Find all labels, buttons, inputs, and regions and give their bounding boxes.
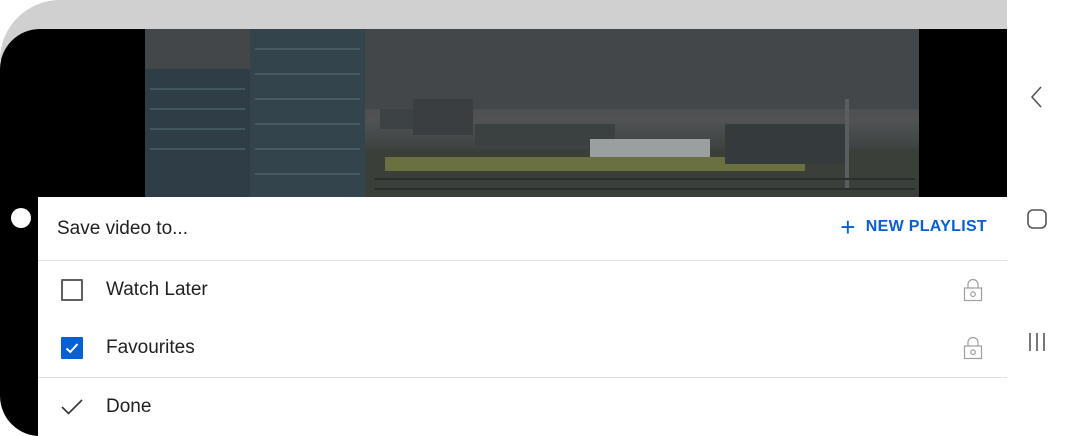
recents-icon[interactable] xyxy=(1026,331,1048,358)
done-button[interactable]: Done xyxy=(38,377,1007,436)
favourites-checkbox[interactable] xyxy=(61,337,83,359)
playlist-item-watch-later[interactable]: Watch Later xyxy=(38,261,1007,319)
lock-icon xyxy=(963,278,983,307)
watch-later-checkbox[interactable] xyxy=(61,279,83,301)
camera-cutout xyxy=(11,208,31,228)
new-playlist-label: NEW PLAYLIST xyxy=(865,218,987,235)
playlist-item-favourites[interactable]: Favourites xyxy=(38,319,1007,377)
playlist-label: Watch Later xyxy=(106,279,208,300)
save-to-playlist-sheet: Save video to... + NEW PLAYLIST Watch La… xyxy=(38,197,1007,436)
new-playlist-button[interactable]: + NEW PLAYLIST xyxy=(840,212,987,242)
checkmark-icon xyxy=(65,343,79,354)
video-thumbnail xyxy=(145,29,919,197)
lock-icon xyxy=(963,336,983,365)
playlist-label: Favourites xyxy=(106,337,195,358)
back-icon[interactable] xyxy=(1027,84,1047,115)
plus-icon: + xyxy=(840,212,856,242)
check-icon xyxy=(60,397,84,422)
home-icon[interactable] xyxy=(1026,208,1048,235)
sheet-title: Save video to... xyxy=(57,218,188,239)
done-label: Done xyxy=(106,396,152,417)
sheet-header: Save video to... + NEW PLAYLIST xyxy=(38,197,1007,261)
